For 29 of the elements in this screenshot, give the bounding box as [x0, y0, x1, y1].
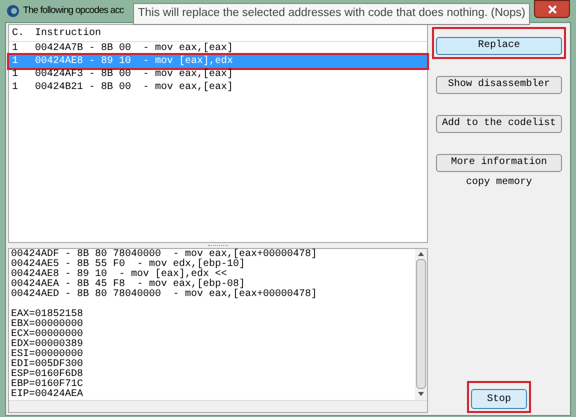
count-cell-text: 1 [11, 68, 20, 82]
close-icon [548, 4, 556, 14]
action-button[interactable]: Replace [436, 36, 562, 54]
tooltip: This will replace the selected addresses with code that does nothing. (Nops) [133, 3, 530, 25]
list-row[interactable]: 1 00424A7B - 8B 00 - mov eax,[eax] [9, 42, 427, 55]
close-button[interactable] [534, 0, 570, 18]
list-row[interactable]: 1 00424B21 - 8B 00 - mov eax,[eax] [9, 81, 427, 94]
scroll-up-icon[interactable] [418, 252, 424, 256]
instruction-cell-text: 00424AE8 - 89 10 - mov [eax],edx [34, 54, 234, 68]
details-text: 00424ADF - 8B 80 78040000 - mov eax,[eax+00000478] 00424AE5 - 8B 55 F0 - mov edx,[ebp-10] 00424AE8 - 89 10 - mov [eax],edx << 00424AEA - 8B 45 F8 - mov eax,[ebp-08] 00424AED - 8B 80 78040000 - mov eax,[eax+00000478] EAX=01852158 EBX=00000000 ECX=00000000 EDX=00000389 ESI=00000000 EDI=005DF300 ESP=0160F6D8 EBP=0160F71C EIP=00424AEA [10, 249, 318, 400]
action-button[interactable]: Show disassembler [436, 76, 562, 94]
action-button[interactable]: Add to the codelist [436, 114, 562, 132]
column-header[interactable]: Instruction [31, 26, 102, 40]
count-cell-text: 1 [11, 55, 20, 69]
count-cell-text: 1 [11, 81, 20, 95]
instruction-cell-text: 00424B21 - 8B 00 - mov eax,[eax] [34, 80, 234, 95]
horizontal-scrollbar[interactable] [9, 400, 427, 412]
vertical-scrollbar[interactable] [415, 249, 427, 400]
stop-button[interactable]: Stop [471, 389, 527, 409]
count-cell-text: 1 [11, 42, 20, 56]
app-icon [6, 4, 20, 18]
instruction-cell-text: 00424AF3 - 8B 00 - mov eax,[eax] [34, 68, 234, 82]
window-title: The following opcodes acc [23, 4, 124, 18]
action-button[interactable]: More information [436, 154, 562, 172]
list-row[interactable]: 1 00424AF3 - 8B 00 - mov eax,[eax] [9, 68, 427, 81]
scroll-down-icon[interactable] [418, 392, 424, 396]
instruction-cell-text: 00424A7B - 8B 00 - mov eax,[eax] [34, 42, 234, 56]
copy-memory-label: copy memory [466, 176, 532, 190]
column-header[interactable]: C. [9, 26, 31, 40]
